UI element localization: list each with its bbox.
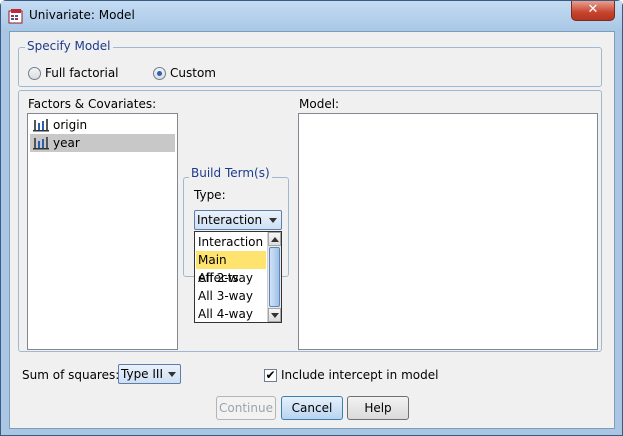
dialog-window: Univariate: Model ✕ Specify Model Full f… [0, 0, 623, 436]
window-title: Univariate: Model [29, 8, 135, 22]
scroll-down-button[interactable] [268, 308, 281, 322]
chevron-up-icon [271, 237, 279, 242]
dialog-client-area: Specify Model Full factorial Custom Fact… [9, 31, 615, 429]
dropdown-option-all-4-way[interactable]: All 4-way [196, 305, 266, 323]
include-intercept-check: ✔ [264, 367, 277, 382]
chevron-down-icon [271, 313, 279, 318]
full-factorial-radio-circle [28, 66, 41, 80]
include-intercept-label: Include intercept in model [281, 368, 439, 382]
continue-button[interactable]: Continue [216, 396, 276, 420]
factors-covariates-label: Factors & Covariates: [28, 97, 157, 111]
specify-model-label: Specify Model [25, 39, 113, 53]
chevron-down-icon [168, 372, 176, 377]
term-type-combo[interactable]: Interaction [194, 210, 282, 230]
close-button[interactable]: ✕ [571, 1, 615, 21]
sum-of-squares-value: Type III [121, 367, 163, 381]
scale-variable-icon [33, 119, 49, 132]
custom-radio-circle [153, 66, 166, 80]
dropdown-option-interaction[interactable]: Interaction [196, 233, 266, 251]
dropdown-scrollbar[interactable] [267, 232, 281, 322]
variable-label: origin [53, 118, 88, 132]
term-type-dropdown[interactable]: Interaction Main effects All 2-way All 3… [194, 231, 282, 323]
help-button[interactable]: Help [347, 396, 409, 420]
custom-radio[interactable]: Custom [153, 66, 216, 80]
model-label: Model: [299, 97, 340, 111]
scale-variable-icon [33, 137, 49, 150]
full-factorial-radio[interactable]: Full factorial [28, 66, 119, 80]
dropdown-option-all-3-way[interactable]: All 3-way [196, 287, 266, 305]
model-list[interactable] [298, 113, 598, 350]
scroll-up-button[interactable] [268, 232, 281, 246]
sum-of-squares-label: Sum of squares: [22, 368, 120, 382]
dropdown-option-all-2-way[interactable]: All 2-way [196, 269, 266, 287]
dropdown-option-main-effects[interactable]: Main effects [196, 251, 266, 285]
term-type-value: Interaction [197, 213, 263, 227]
chevron-down-icon [269, 218, 277, 223]
include-intercept-checkbox[interactable]: ✔ Include intercept in model [264, 368, 438, 382]
close-icon: ✕ [587, 2, 599, 17]
factors-covariates-list[interactable]: origin year [27, 113, 178, 350]
type-label: Type: [194, 188, 226, 202]
sum-of-squares-combo[interactable]: Type III [118, 364, 181, 384]
cancel-button[interactable]: Cancel [281, 396, 343, 420]
list-item[interactable]: origin [30, 116, 175, 134]
scroll-thumb[interactable] [269, 247, 280, 307]
variable-label: year [53, 136, 80, 150]
list-item[interactable]: year [30, 134, 175, 152]
app-icon [8, 9, 23, 24]
build-terms-label: Build Term(s) [189, 166, 272, 180]
full-factorial-label: Full factorial [45, 66, 119, 80]
title-bar[interactable]: Univariate: Model ✕ [1, 1, 622, 31]
custom-label: Custom [170, 66, 216, 80]
